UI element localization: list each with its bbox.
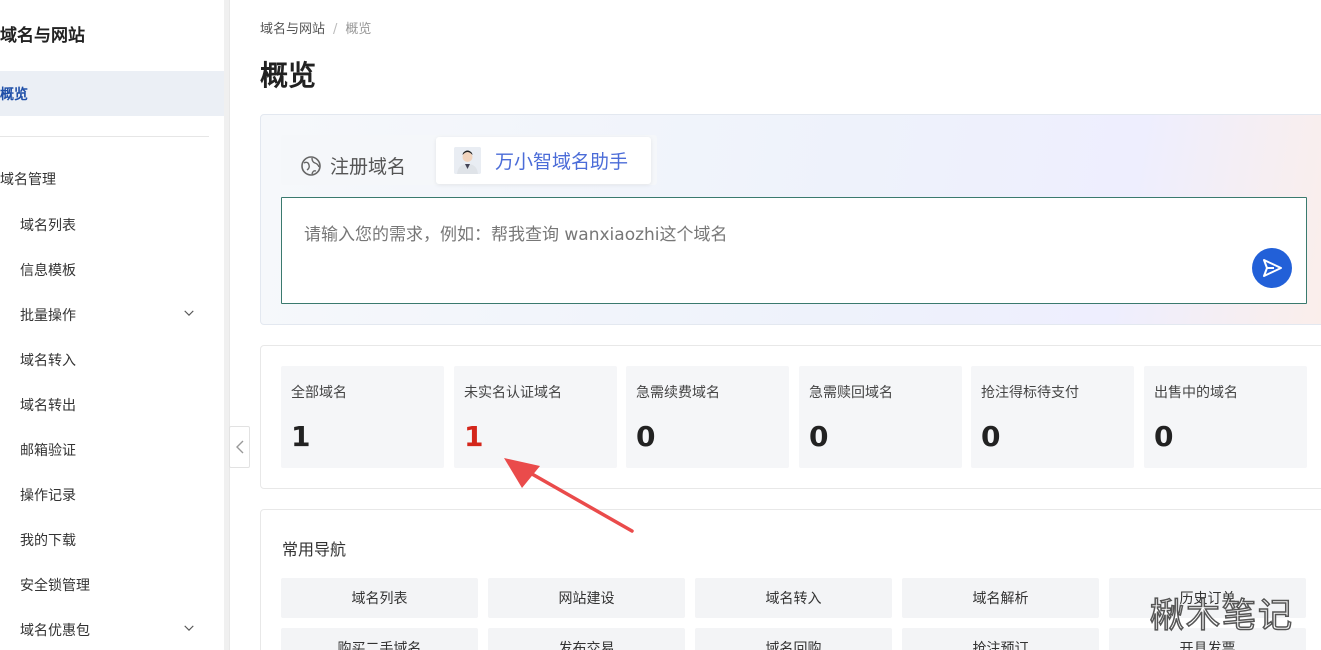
nav-publish-trade-button[interactable]: 发布交易 (488, 628, 685, 650)
sidebar-item-info-template[interactable]: 信息模板 (20, 259, 200, 281)
nav-website-build-button[interactable]: 网站建设 (488, 578, 685, 618)
sidebar-item-overview[interactable]: 概览 (0, 71, 224, 116)
tab-ai-assistant[interactable]: 万小智域名助手 (436, 137, 651, 184)
watermark-text: 楸木笔记 (1149, 595, 1294, 637)
breadcrumb: 域名与网站 / 概览 (260, 18, 371, 37)
tab-register-label: 注册域名 (330, 156, 407, 178)
stat-for-sale[interactable]: 出售中的域名 0 (1144, 366, 1307, 468)
stat-value: 0 (1154, 420, 1174, 453)
sidebar-title: 域名与网站 (0, 26, 85, 46)
stat-label: 出售中的域名 (1154, 385, 1238, 401)
domain-stats-card: 全部域名 1 未实名认证域名 1 急需续费域名 0 急需赎回域名 0 抢注得标待… (260, 345, 1321, 489)
stat-value: 1 (291, 420, 311, 453)
sidebar: 域名与网站 概览 域名管理 域名列表 信息模板 批量操作 域名转入 域名转出 邮… (0, 0, 224, 650)
sidebar-item-label: 域名列表 (20, 218, 76, 234)
sidebar-item-domain-list[interactable]: 域名列表 (20, 214, 200, 236)
stat-value: 1 (464, 420, 484, 453)
domain-assistant-card: 注册域名 万小智域名助手 请输入您的需求，例如：帮我查询 wanxiaozhi这… (260, 114, 1321, 325)
assistant-tabs: 注册域名 万小智域名助手 (281, 135, 657, 185)
send-icon (1263, 259, 1282, 277)
breadcrumb-current: 概览 (345, 22, 372, 37)
stat-redeem-urgent[interactable]: 急需赎回域名 0 (799, 366, 962, 468)
sidebar-item-transfer-in[interactable]: 域名转入 (20, 349, 200, 371)
assistant-avatar (454, 147, 481, 174)
stat-backorder-pending[interactable]: 抢注得标待支付 0 (971, 366, 1134, 468)
sidebar-item-label: 域名转入 (20, 353, 76, 369)
sidebar-divider (0, 136, 209, 137)
sidebar-item-batch-ops[interactable]: 批量操作 (20, 304, 200, 326)
nav-buy-used-domain-button[interactable]: 购买二手域名 (281, 628, 478, 650)
chevron-left-icon (235, 440, 243, 454)
tab-ai-label: 万小智域名助手 (495, 151, 629, 173)
sidebar-item-security-lock[interactable]: 安全锁管理 (20, 574, 200, 596)
stat-label: 未实名认证域名 (464, 385, 562, 401)
nav-dns-resolve-button[interactable]: 域名解析 (902, 578, 1099, 618)
sidebar-group-domain-management[interactable]: 域名管理 (0, 169, 56, 189)
sidebar-item-label: 域名优惠包 (20, 623, 90, 639)
nav-domain-buyback-button[interactable]: 域名回购 (695, 628, 892, 650)
stat-label: 急需赎回域名 (809, 385, 893, 401)
sidebar-item-my-downloads[interactable]: 我的下载 (20, 529, 200, 551)
common-nav-title: 常用导航 (282, 540, 347, 559)
stat-renewal-urgent[interactable]: 急需续费域名 0 (626, 366, 789, 468)
stat-unverified-domains[interactable]: 未实名认证域名 1 (454, 366, 617, 468)
stat-value: 0 (809, 420, 829, 453)
sidebar-item-discount-pack[interactable]: 域名优惠包 (20, 619, 200, 641)
assistant-query-placeholder: 请输入您的需求，例如：帮我查询 wanxiaozhi这个域名 (304, 225, 728, 245)
sidebar-item-operation-log[interactable]: 操作记录 (20, 484, 200, 506)
sidebar-item-label: 批量操作 (20, 308, 76, 324)
sidebar-item-label: 域名转出 (20, 398, 76, 414)
sidebar-collapse-button[interactable] (229, 426, 250, 468)
stat-label: 急需续费域名 (636, 385, 720, 401)
stat-value: 0 (636, 420, 656, 453)
sidebar-item-label: 邮箱验证 (20, 443, 76, 459)
sidebar-item-label: 我的下载 (20, 533, 76, 549)
stat-label: 抢注得标待支付 (981, 385, 1079, 401)
stat-value: 0 (981, 420, 1001, 453)
sidebar-item-transfer-out[interactable]: 域名转出 (20, 394, 200, 416)
breadcrumb-separator: / (333, 22, 338, 37)
nav-domain-list-button[interactable]: 域名列表 (281, 578, 478, 618)
sidebar-item-label: 操作记录 (20, 488, 76, 504)
globe-icon (301, 155, 321, 176)
sidebar-item-email-verify[interactable]: 邮箱验证 (20, 439, 200, 461)
breadcrumb-parent[interactable]: 域名与网站 (260, 22, 325, 37)
nav-backorder-button[interactable]: 抢注预订 (902, 628, 1099, 650)
send-button[interactable] (1252, 248, 1292, 288)
sidebar-item-label: 信息模板 (20, 263, 76, 279)
stat-label: 全部域名 (291, 385, 347, 401)
tab-register-domain[interactable]: 注册域名 (300, 152, 406, 179)
page-title: 概览 (260, 59, 317, 92)
chevron-down-icon (184, 625, 194, 631)
sidebar-item-label: 安全锁管理 (20, 578, 90, 594)
stat-all-domains[interactable]: 全部域名 1 (281, 366, 444, 468)
nav-domain-transfer-button[interactable]: 域名转入 (695, 578, 892, 618)
chevron-down-icon (184, 310, 194, 316)
assistant-query-input[interactable]: 请输入您的需求，例如：帮我查询 wanxiaozhi这个域名 (281, 197, 1307, 304)
sidebar-scrollbar[interactable] (224, 0, 230, 650)
